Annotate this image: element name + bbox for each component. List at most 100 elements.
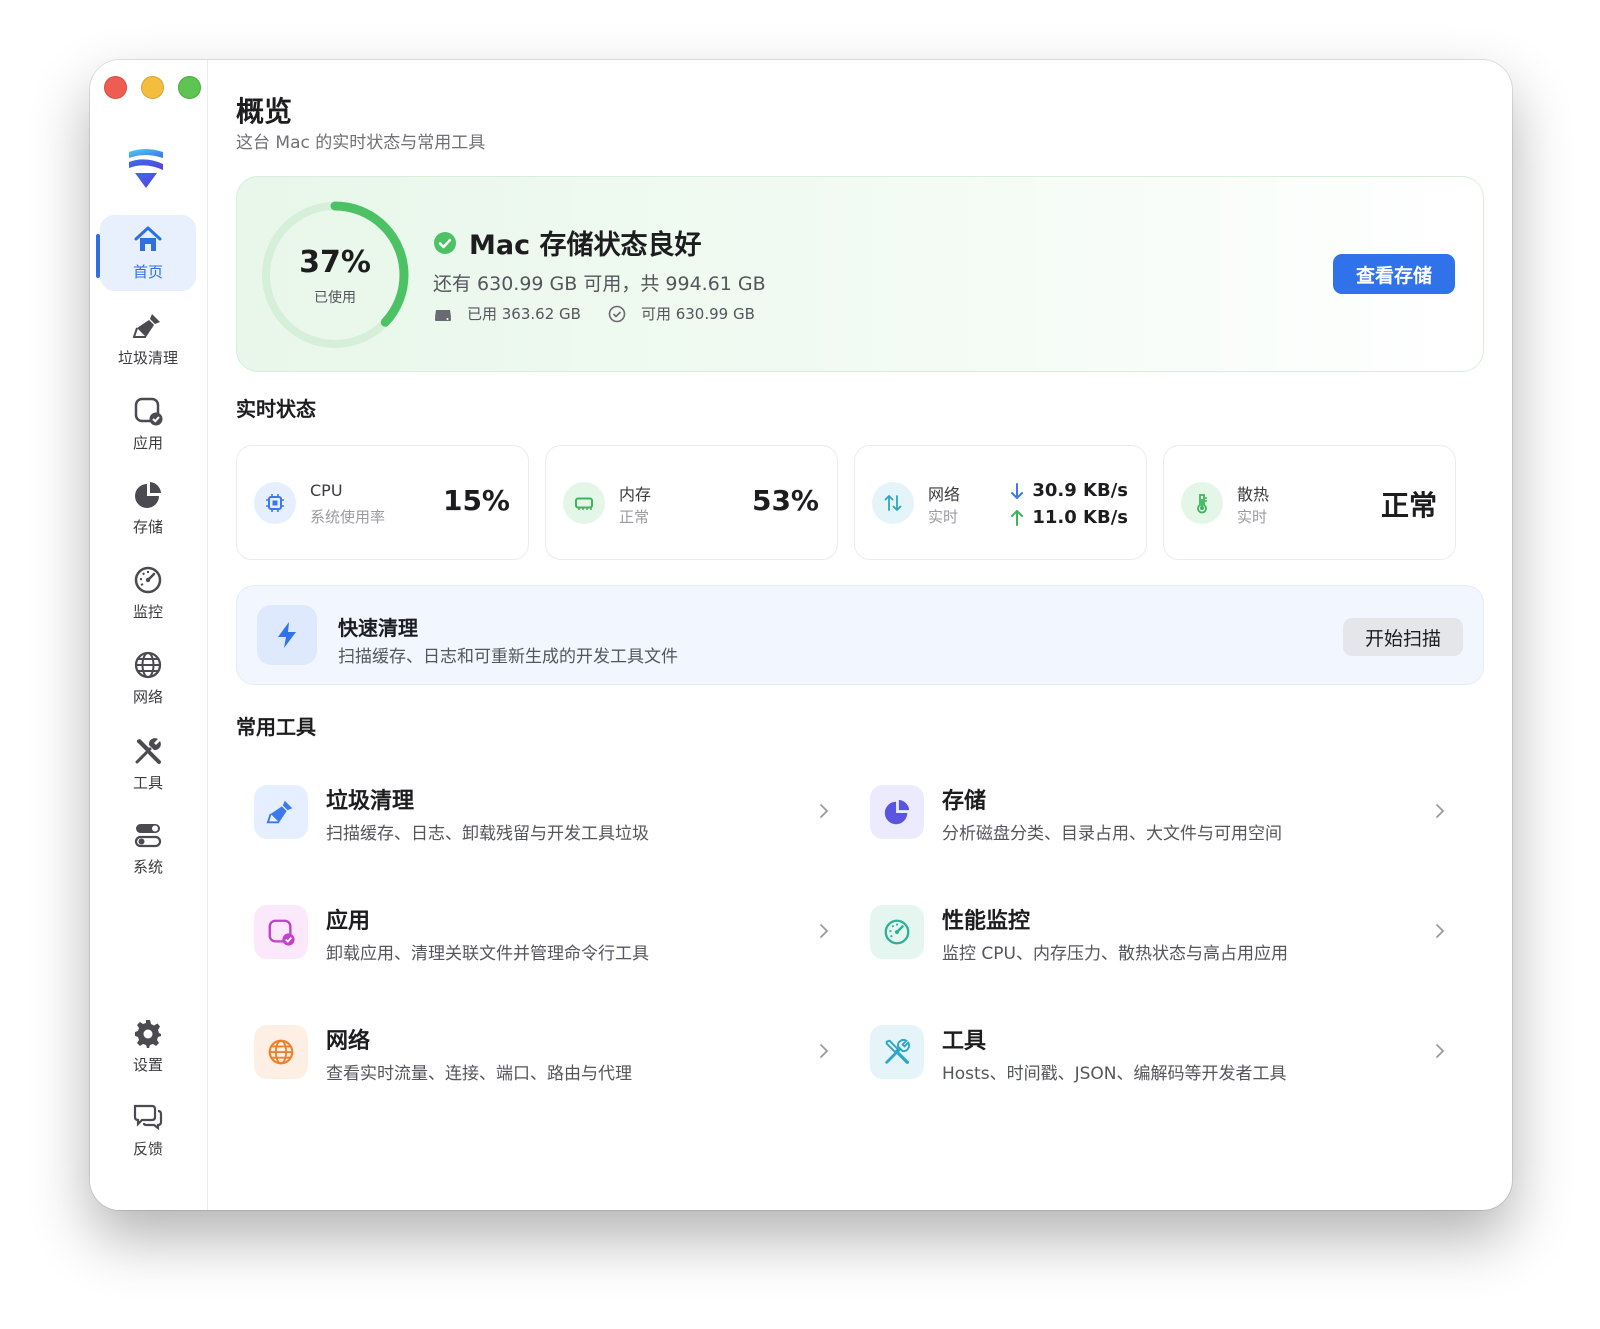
gauge-icon [134,566,162,594]
storage-used-percent: 37% [299,245,371,280]
sidebar-item-apps[interactable]: 应用 [100,386,196,462]
tool-subtitle: Hosts、时间戳、JSON、编解码等开发者工具 [942,1064,1287,1084]
tool-item-network[interactable]: 网络 查看实时流量、连接、端口、路由与代理 [236,1013,836,1093]
tool-title: 存储 [942,789,987,814]
sidebar-item-network[interactable]: 网络 [100,640,196,716]
network-download: 30.9 KB/s [1010,480,1128,501]
pie-chart-icon [135,482,161,508]
network-desc: 实时 [928,508,959,526]
storage-status-title: Mac 存储状态良好 [433,223,702,262]
chevron-right-icon [820,1044,829,1058]
broom-icon [266,800,293,824]
tool-title: 垃圾清理 [326,789,415,814]
quick-clean-subtitle: 扫描缓存、日志和可重新生成的开发工具文件 [338,647,678,667]
tool-icon-wrap [870,905,924,959]
thermal-value: 正常 [1380,489,1437,522]
cpu-value: 15% [442,484,510,517]
chevron-right-icon [820,924,829,938]
zoom-window-button[interactable] [178,76,201,99]
tool-item-cleanup[interactable]: 垃圾清理 扫描缓存、日志、卸载残留与开发工具垃圾 [236,773,836,853]
chevron-right-icon [1436,804,1445,818]
storage-meta: 已用 363.62 GB 可用 630.99 GB [433,303,755,324]
globe-icon [268,1039,294,1065]
sidebar-item-label: 工具 [132,774,163,792]
sidebar-item-system[interactable]: 系统 [100,810,196,886]
thermal-name: 散热 [1237,485,1270,504]
tool-subtitle: 分析磁盘分类、目录占用、大文件与可用空间 [942,824,1282,844]
sidebar-item-tools[interactable]: 工具 [100,726,196,802]
sidebar-item-label: 系统 [132,858,163,876]
tool-item-tools[interactable]: 工具 Hosts、时间戳、JSON、编解码等开发者工具 [852,1013,1452,1093]
cpu-chip-icon [266,494,284,512]
storage-summary: 还有 630.99 GB 可用，共 994.61 GB [433,273,766,295]
up-down-arrows-icon [884,494,902,512]
lightning-icon [278,622,296,648]
storage-used-text: 已用 363.62 GB [467,305,581,323]
tool-item-storage[interactable]: 存储 分析磁盘分类、目录占用、大文件与可用空间 [852,773,1452,853]
sidebar-item-label: 首页 [132,263,163,281]
cpu-icon-wrap [254,482,296,524]
tool-subtitle: 查看实时流量、连接、端口、路由与代理 [326,1064,632,1084]
sidebar-item-storage[interactable]: 存储 [100,470,196,546]
minimize-window-button[interactable] [141,76,164,99]
tool-icon-wrap [870,785,924,839]
chevron-right-icon [1436,924,1445,938]
tool-icon-wrap [254,785,308,839]
sidebar-item-feedback[interactable]: 反馈 [100,1092,196,1168]
sidebar-item-cleanup[interactable]: 垃圾清理 [100,301,196,377]
tool-title: 性能监控 [942,909,1031,934]
memory-card[interactable]: 内存 正常 53% [545,445,838,560]
cpu-name: CPU [310,481,343,500]
memory-value: 53% [751,484,819,517]
tool-icon-wrap [870,1025,924,1079]
sidebar: 首页 垃圾清理 应用 存储 监控 网络 工具 系统 设置 反馈 [90,60,208,1210]
tool-icon-wrap [254,905,308,959]
sidebar-item-label: 垃圾清理 [117,349,178,367]
sidebar-item-label: 网络 [132,688,163,706]
main-content: 概览 这台 Mac 的实时状态与常用工具 37% 已使用 Mac 存储状态良好 … [208,60,1512,1210]
close-window-button[interactable] [104,76,127,99]
storage-free-text: 可用 630.99 GB [640,305,755,323]
quick-clean-icon-wrap [257,605,317,665]
chevron-right-icon [820,804,829,818]
storage-status-text: Mac 存储状态良好 [469,230,702,261]
storage-status-card: 37% 已使用 Mac 存储状态良好 还有 630.99 GB 可用，共 994… [236,176,1484,372]
app-check-icon [268,919,295,946]
broom-icon [132,314,160,338]
sidebar-item-home[interactable]: 首页 [100,215,196,291]
thermal-icon-wrap [1181,482,1223,524]
network-download-value: 30.9 KB/s [1032,480,1128,501]
app-check-icon [134,397,163,426]
start-scan-button[interactable]: 开始扫描 [1343,618,1463,656]
tool-item-monitor[interactable]: 性能监控 监控 CPU、内存压力、散热状态与高占用应用 [852,893,1452,973]
view-storage-button[interactable]: 查看存储 [1333,254,1455,294]
tools-icon [885,1039,910,1064]
tool-title: 应用 [326,909,371,934]
globe-icon [134,651,162,679]
page-title: 概览 [236,95,293,128]
sidebar-item-label: 存储 [132,518,163,536]
arrow-down-icon [1011,482,1024,499]
app-window: 首页 垃圾清理 应用 存储 监控 网络 工具 系统 设置 反馈 概览 这台 Ma… [90,60,1512,1210]
tool-item-apps[interactable]: 应用 卸载应用、清理关联文件并管理命令行工具 [236,893,836,973]
network-upload-value: 11.0 KB/s [1032,507,1128,528]
chat-bubbles-icon [133,1104,163,1131]
sidebar-item-settings[interactable]: 设置 [100,1008,196,1084]
chevron-right-icon [1436,1044,1445,1058]
quick-clean-card: 快速清理 扫描缓存、日志和可重新生成的开发工具文件 开始扫描 [236,585,1484,685]
memory-name: 内存 [619,485,652,504]
thermal-card[interactable]: 散热 实时 正常 [1163,445,1456,560]
tool-title: 网络 [326,1029,371,1054]
thermal-desc: 实时 [1237,508,1268,526]
network-card[interactable]: 网络 实时 30.9 KB/s 11.0 KB/s [854,445,1147,560]
memory-desc: 正常 [619,508,650,526]
memory-icon-wrap [563,482,605,524]
realtime-section-title: 实时状态 [236,397,316,421]
sidebar-item-monitor[interactable]: 监控 [100,555,196,631]
sidebar-item-label: 应用 [132,434,163,452]
home-icon [134,226,162,251]
cpu-card[interactable]: CPU 系统使用率 15% [236,445,529,560]
check-outline-icon [608,305,626,322]
tool-subtitle: 卸载应用、清理关联文件并管理命令行工具 [326,944,649,964]
memory-chip-icon [575,497,593,510]
